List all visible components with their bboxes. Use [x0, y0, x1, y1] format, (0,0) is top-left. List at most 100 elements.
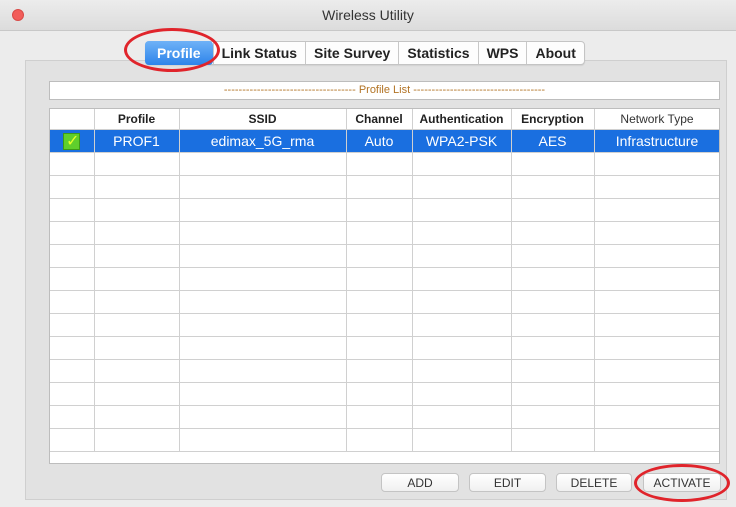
empty-cell: [50, 382, 95, 406]
empty-cell: [50, 221, 95, 245]
empty-cell: [94, 290, 180, 314]
empty-cell: [412, 382, 512, 406]
empty-cell: [594, 152, 719, 176]
empty-cell: [412, 152, 512, 176]
empty-cell: [412, 198, 512, 222]
empty-cell: [94, 336, 180, 360]
activate-button[interactable]: ACTIVATE: [643, 473, 721, 492]
add-button[interactable]: ADD: [381, 473, 459, 492]
empty-cell: [94, 313, 180, 337]
empty-cell: [346, 382, 413, 406]
empty-cell: [511, 336, 595, 360]
empty-cell: [511, 244, 595, 268]
empty-cell: [511, 221, 595, 245]
tab-site-survey[interactable]: Site Survey: [305, 42, 398, 64]
tab-about[interactable]: About: [526, 42, 583, 64]
empty-cell: [412, 221, 512, 245]
empty-cell: [50, 244, 95, 268]
empty-cell: [594, 336, 719, 360]
empty-cell: [94, 267, 180, 291]
empty-cell: [346, 244, 413, 268]
column-header-channel[interactable]: Channel: [346, 109, 413, 130]
empty-cell: [50, 198, 95, 222]
empty-cell: [50, 359, 95, 383]
table-row-empty[interactable]: [50, 267, 719, 291]
empty-cell: [594, 175, 719, 199]
encryption-cell: AES: [511, 129, 595, 153]
channel-cell: Auto: [346, 129, 413, 153]
column-header-active: [50, 109, 95, 130]
empty-cell: [511, 405, 595, 429]
empty-cell: [412, 428, 512, 452]
empty-cell: [594, 428, 719, 452]
table-row-empty[interactable]: [50, 221, 719, 245]
table-row-empty[interactable]: [50, 198, 719, 222]
table-row-empty[interactable]: [50, 175, 719, 199]
empty-cell: [594, 290, 719, 314]
empty-cell: [346, 267, 413, 291]
delete-button[interactable]: DELETE: [556, 473, 632, 492]
table-row-empty[interactable]: [50, 428, 719, 452]
empty-cell: [179, 313, 347, 337]
table-row-empty[interactable]: [50, 244, 719, 268]
empty-cell: [346, 405, 413, 429]
tab-profile[interactable]: Profile: [145, 41, 213, 65]
empty-cell: [94, 198, 180, 222]
column-header-ssid[interactable]: SSID: [179, 109, 347, 130]
empty-cell: [179, 359, 347, 383]
tab-bar: Profile Link Status Site Survey Statisti…: [145, 41, 585, 65]
empty-cell: [50, 267, 95, 291]
empty-cell: [346, 428, 413, 452]
empty-cell: [50, 290, 95, 314]
empty-cell: [94, 152, 180, 176]
edit-button[interactable]: EDIT: [469, 473, 546, 492]
tab-statistics[interactable]: Statistics: [398, 42, 477, 64]
empty-cell: [179, 290, 347, 314]
check-icon: ✓: [63, 131, 81, 150]
empty-cell: [594, 382, 719, 406]
column-header-authentication[interactable]: Authentication: [412, 109, 512, 130]
empty-cell: [179, 244, 347, 268]
table-row[interactable]: ✓ PROF1 edimax_5G_rma Auto WPA2-PSK AES …: [50, 129, 719, 153]
empty-cell: [179, 175, 347, 199]
table-row-empty[interactable]: [50, 152, 719, 176]
empty-cell: [50, 405, 95, 429]
empty-cell: [179, 221, 347, 245]
empty-cell: [511, 290, 595, 314]
empty-cell: [594, 359, 719, 383]
window-title: Wireless Utility: [322, 7, 414, 23]
empty-cell: [412, 313, 512, 337]
empty-cell: [511, 198, 595, 222]
empty-cell: [511, 382, 595, 406]
empty-cell: [511, 267, 595, 291]
table-row-empty[interactable]: [50, 359, 719, 383]
column-header-encryption[interactable]: Encryption: [511, 109, 595, 130]
empty-cell: [412, 405, 512, 429]
column-header-network-type[interactable]: Network Type: [594, 109, 719, 130]
ssid-cell: edimax_5G_rma: [179, 129, 347, 153]
empty-cell: [412, 290, 512, 314]
empty-cell: [412, 267, 512, 291]
empty-cell: [94, 428, 180, 452]
table-row-empty[interactable]: [50, 405, 719, 429]
table-row-empty[interactable]: [50, 313, 719, 337]
wireless-utility-window: Wireless Utility Profile Link Status Sit…: [0, 0, 736, 507]
empty-cell: [94, 382, 180, 406]
empty-cell: [179, 382, 347, 406]
table-row-empty[interactable]: [50, 336, 719, 360]
authentication-cell: WPA2-PSK: [412, 129, 512, 153]
tab-link-status[interactable]: Link Status: [212, 42, 305, 64]
empty-cell: [511, 152, 595, 176]
empty-cell: [346, 290, 413, 314]
empty-cell: [346, 221, 413, 245]
empty-cell: [594, 267, 719, 291]
table-row-empty[interactable]: [50, 290, 719, 314]
empty-cell: [346, 313, 413, 337]
profile-list-table: Profile SSID Channel Authentication Encr…: [49, 108, 720, 464]
empty-cell: [179, 267, 347, 291]
table-row-empty[interactable]: [50, 382, 719, 406]
empty-cell: [412, 175, 512, 199]
tab-wps[interactable]: WPS: [477, 42, 527, 64]
empty-cell: [179, 405, 347, 429]
column-header-profile[interactable]: Profile: [94, 109, 180, 130]
